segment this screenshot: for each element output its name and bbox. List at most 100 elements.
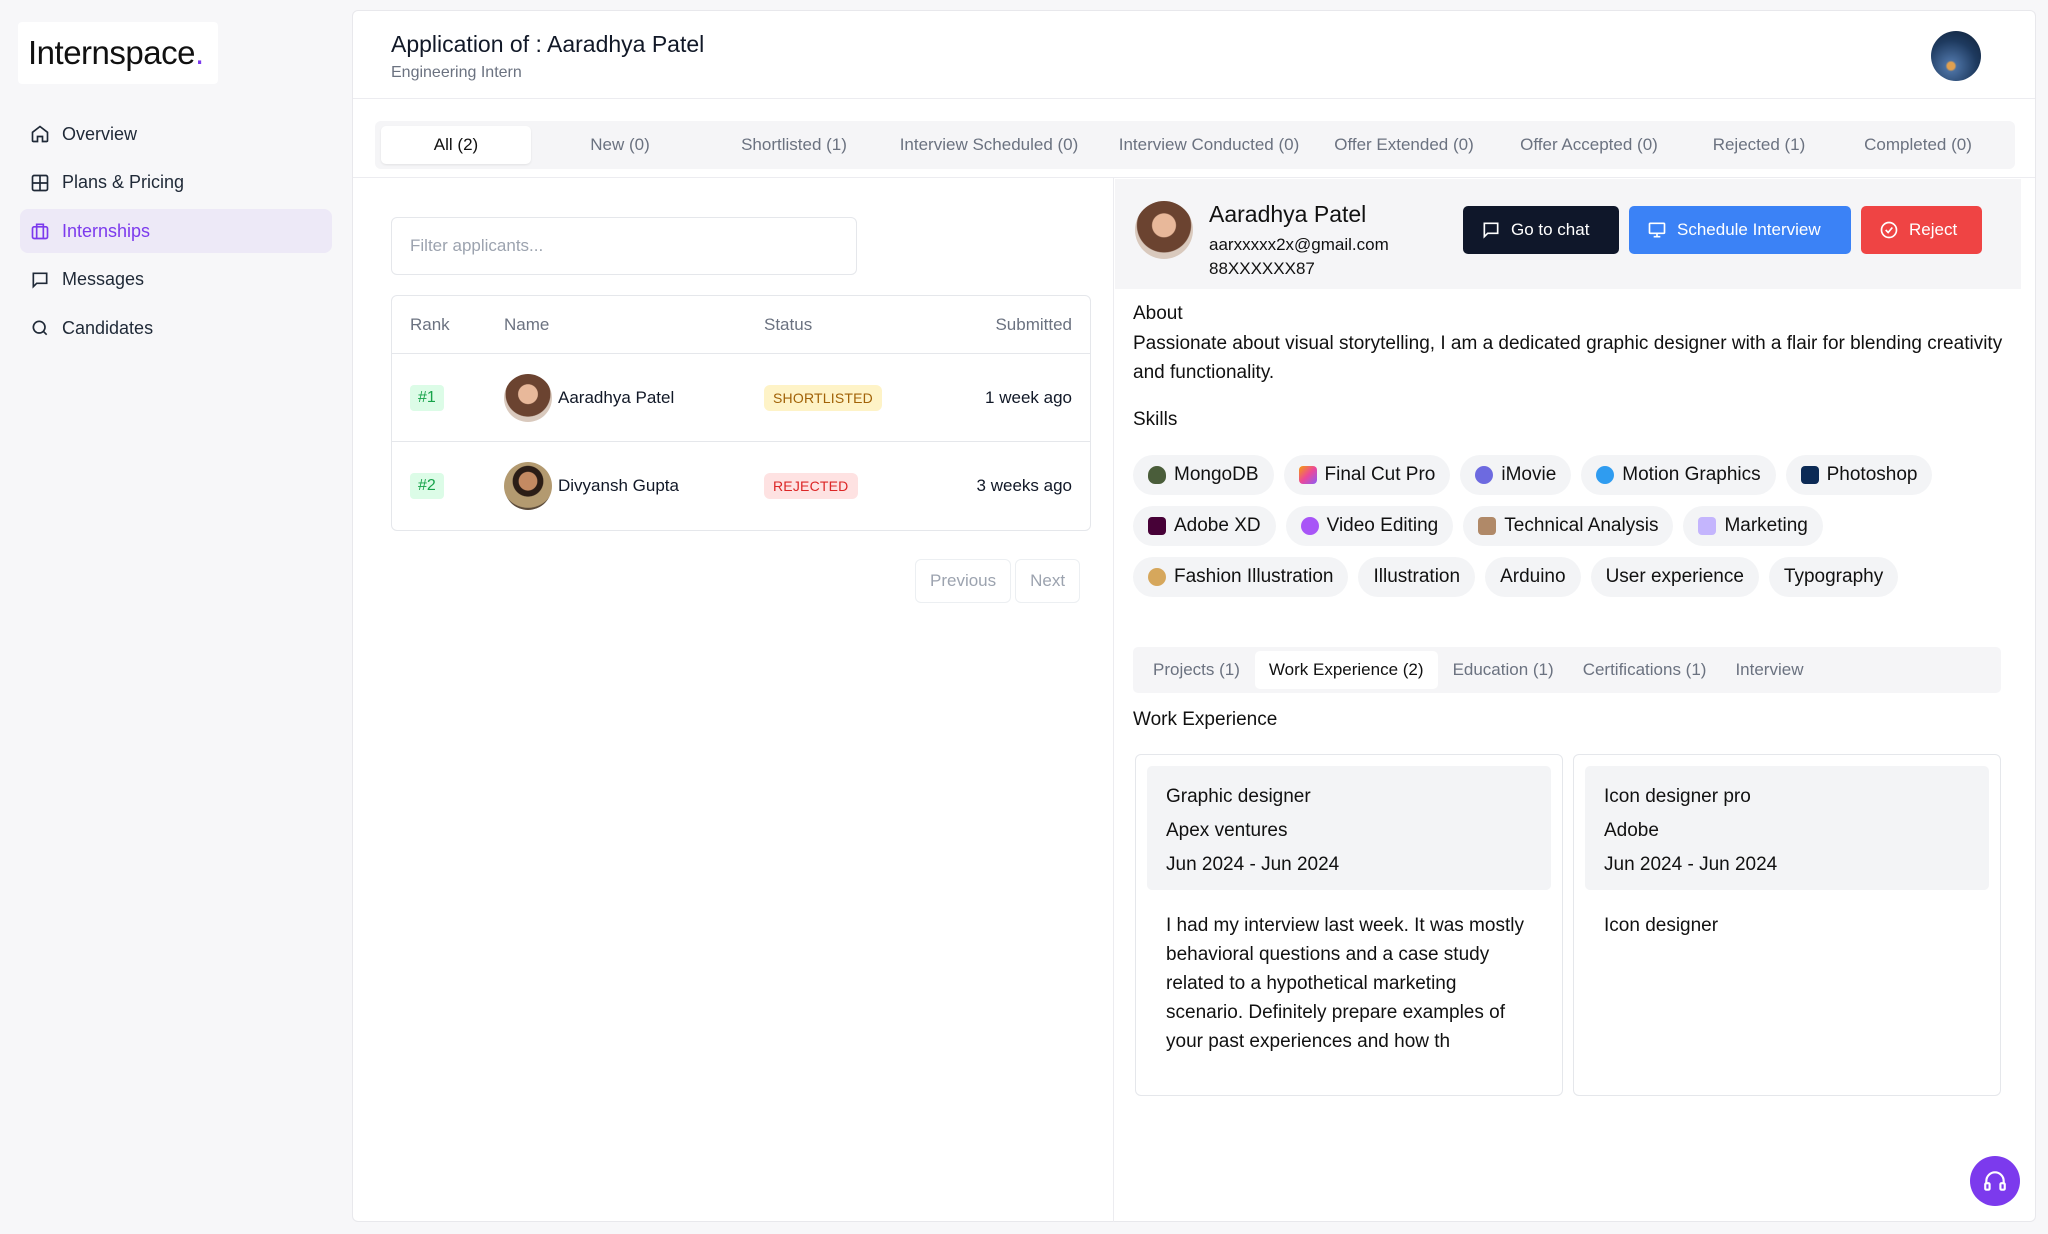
sidebar-item-candidates[interactable]: Candidates xyxy=(20,306,332,350)
video-editing-icon xyxy=(1300,517,1319,535)
tab-offer-extended[interactable]: Offer Extended (0) xyxy=(1319,126,1489,164)
applicants-table: Rank Name Status Submitted #1 Aaradhya P… xyxy=(391,295,1091,531)
job-dates: Jun 2024 - Jun 2024 xyxy=(1166,854,1340,875)
sidebar-item-label: Candidates xyxy=(62,317,154,338)
next-button[interactable]: Next xyxy=(1015,559,1081,603)
work-experience-heading: Work Experience xyxy=(1133,709,1278,730)
job-dates: Jun 2024 - Jun 2024 xyxy=(1604,854,1778,875)
monitor-icon xyxy=(1648,222,1666,238)
card-header: Graphic designer Apex ventures Jun 2024 … xyxy=(1147,766,1551,890)
applicant-detail-header: Aaradhya Patel aarxxxxx2x@gmail.com 88XX… xyxy=(1115,179,2021,289)
logo-text: Internspace xyxy=(28,34,195,71)
tab-offer-accepted[interactable]: Offer Accepted (0) xyxy=(1489,126,1689,164)
about-heading: About xyxy=(1133,303,1183,324)
job-title: Icon designer pro xyxy=(1604,786,1751,807)
skill-chip: Fashion Illustration xyxy=(1133,557,1349,597)
main-panel: Application of : Aaradhya Patel Engineer… xyxy=(352,10,2036,1222)
previous-button[interactable]: Previous xyxy=(915,559,1012,603)
status-tabs: All (2) New (0) Shortlisted (1) Intervie… xyxy=(375,121,2015,169)
user-avatar[interactable] xyxy=(1931,31,1981,81)
support-button[interactable] xyxy=(1970,1156,2020,1206)
reject-button[interactable]: Reject xyxy=(1861,206,1982,254)
skill-chip: Typography xyxy=(1768,557,1899,597)
sidebar-item-label: Internships xyxy=(62,220,151,241)
company-name: Adobe xyxy=(1604,820,1659,841)
skill-chip: MongoDB xyxy=(1133,455,1274,495)
briefcase-icon xyxy=(31,223,49,240)
tab-projects[interactable]: Projects (1) xyxy=(1139,651,1254,689)
headset-icon xyxy=(1984,1171,2006,1191)
work-experience-card: Icon designer pro Adobe Jun 2024 - Jun 2… xyxy=(1573,754,2001,1096)
technical-analysis-icon xyxy=(1478,517,1497,535)
home-icon xyxy=(31,125,49,143)
card-header: Icon designer pro Adobe Jun 2024 - Jun 2… xyxy=(1585,766,1989,890)
skill-chip: Final Cut Pro xyxy=(1283,455,1451,495)
final-cut-pro-icon xyxy=(1298,466,1317,484)
skill-chip: Photoshop xyxy=(1785,455,1933,495)
tab-interview[interactable]: Interview xyxy=(1721,651,1817,689)
sidebar-item-label: Overview xyxy=(62,123,138,144)
about-text: Passionate about visual storytelling, I … xyxy=(1133,333,2003,383)
rank-badge: #1 xyxy=(410,384,444,411)
sidebar-item-overview[interactable]: Overview xyxy=(20,112,332,156)
button-label: Schedule Interview xyxy=(1677,220,1821,239)
tab-all[interactable]: All (2) xyxy=(381,126,531,164)
avatar xyxy=(1135,201,1193,259)
submitted-time: 1 week ago xyxy=(985,387,1072,407)
job-title: Graphic designer xyxy=(1166,786,1311,807)
logo[interactable]: Internspace. xyxy=(18,22,218,84)
table-row[interactable]: #2 Divyansh Gupta REJECTED 3 weeks ago xyxy=(392,442,1090,530)
sidebar-item-label: Plans & Pricing xyxy=(62,172,185,192)
tab-interview-conducted[interactable]: Interview Conducted (0) xyxy=(1099,126,1319,164)
reject-circle-icon xyxy=(1880,221,1898,239)
go-to-chat-button[interactable]: Go to chat xyxy=(1463,206,1619,254)
skill-chip: User experience xyxy=(1590,557,1759,597)
tab-certifications[interactable]: Certifications (1) xyxy=(1569,651,1721,689)
rank-badge: #2 xyxy=(410,473,444,499)
sidebar-item-messages[interactable]: Messages xyxy=(20,258,332,302)
divider xyxy=(353,177,2035,178)
sidebar-item-label: Messages xyxy=(62,269,145,289)
column-header-name: Name xyxy=(504,314,550,334)
button-label: Reject xyxy=(1909,220,1958,239)
page-header: Application of : Aaradhya Patel Engineer… xyxy=(353,11,2035,99)
filter-applicants-input[interactable] xyxy=(391,217,857,275)
job-description: Icon designer xyxy=(1604,915,1719,936)
skill-chip: Technical Analysis xyxy=(1463,506,1674,546)
applicant-phone: 88XXXXXX87 xyxy=(1209,259,1315,278)
tab-interview-scheduled[interactable]: Interview Scheduled (0) xyxy=(879,126,1099,164)
sidebar-item-plans-pricing[interactable]: Plans & Pricing xyxy=(20,161,332,205)
tab-completed[interactable]: Completed (0) xyxy=(1829,126,2007,164)
motion-graphics-icon xyxy=(1596,466,1615,484)
skill-chip: Marketing xyxy=(1683,506,1823,546)
skill-chip: Illustration xyxy=(1358,557,1476,597)
tab-new[interactable]: New (0) xyxy=(531,126,709,164)
status-badge: SHORTLISTED xyxy=(764,384,882,411)
tab-shortlisted[interactable]: Shortlisted (1) xyxy=(709,126,879,164)
status-badge: REJECTED xyxy=(764,473,858,499)
avatar xyxy=(504,462,552,510)
photoshop-icon xyxy=(1800,466,1819,484)
page-title: Application of : Aaradhya Patel xyxy=(391,31,705,57)
skills-heading: Skills xyxy=(1133,409,1178,430)
column-header-submitted: Submitted xyxy=(995,314,1072,334)
applicant-name: Aaradhya Patel xyxy=(1209,201,1367,227)
table-row[interactable]: #1 Aaradhya Patel SHORTLISTED 1 week ago xyxy=(392,354,1090,442)
applicant-name: Aaradhya Patel xyxy=(558,387,675,407)
tab-education[interactable]: Education (1) xyxy=(1439,651,1568,689)
fashion-illustration-icon xyxy=(1148,568,1166,586)
skill-chip: iMovie xyxy=(1460,455,1572,495)
sidebar-nav: Overview Plans & Pricing Internships Mes… xyxy=(20,112,332,355)
schedule-interview-button[interactable]: Schedule Interview xyxy=(1629,206,1851,254)
tab-rejected[interactable]: Rejected (1) xyxy=(1689,126,1829,164)
pagination: Previous Next xyxy=(915,559,1081,603)
skill-chip: Video Editing xyxy=(1285,506,1454,546)
table-header: Rank Name Status Submitted xyxy=(392,296,1090,354)
tab-work-experience[interactable]: Work Experience (2) xyxy=(1254,651,1438,689)
work-experience-card: Graphic designer Apex ventures Jun 2024 … xyxy=(1135,754,1563,1096)
chat-icon xyxy=(1483,222,1499,239)
sidebar-item-internships[interactable]: Internships xyxy=(20,209,332,253)
skill-chip: Motion Graphics xyxy=(1581,455,1776,495)
detail-tabs: Projects (1) Work Experience (2) Educati… xyxy=(1133,647,2001,693)
search-icon xyxy=(32,320,48,336)
